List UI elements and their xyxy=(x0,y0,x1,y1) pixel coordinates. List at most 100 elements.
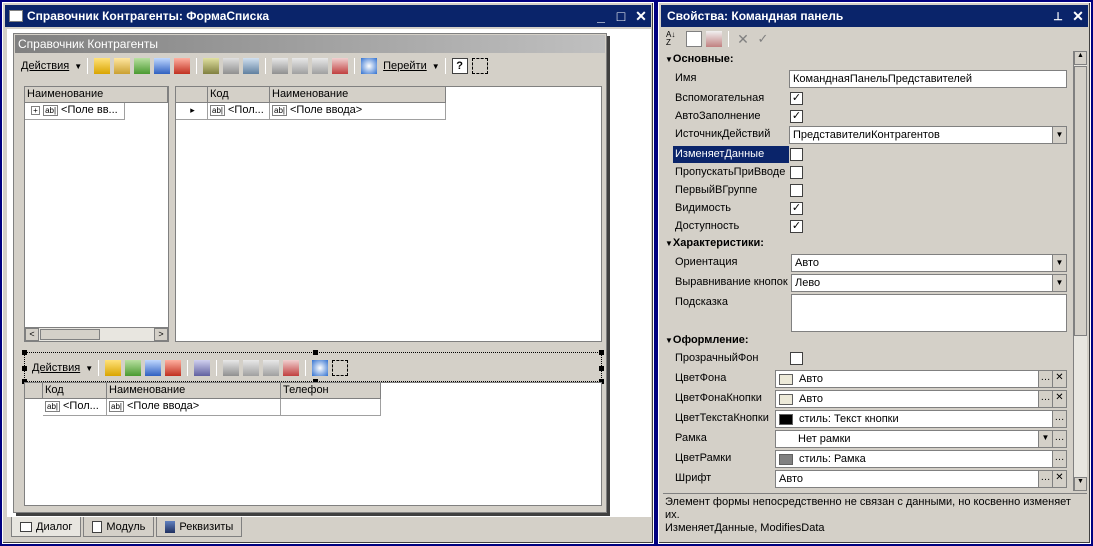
horizontal-scrollbar[interactable]: < > xyxy=(25,327,168,341)
actions-menu-secondary[interactable]: Действия xyxy=(32,362,80,374)
refresh-icon[interactable] xyxy=(361,58,378,74)
skip-checkbox[interactable] xyxy=(790,166,803,179)
bg-color-field[interactable]: Авто … ✕ xyxy=(775,370,1067,388)
move-to-group-icon[interactable] xyxy=(203,58,220,74)
filter-icon[interactable] xyxy=(223,360,240,376)
hierarchy-icon[interactable] xyxy=(223,58,240,74)
vertical-scrollbar[interactable]: ▲ ▼ xyxy=(1073,51,1087,491)
filter-value-icon[interactable] xyxy=(243,360,260,376)
clear-icon[interactable]: ✕ xyxy=(735,31,751,47)
tab-module[interactable]: Модуль xyxy=(83,517,155,537)
ellipsis-button[interactable]: … xyxy=(1038,471,1052,487)
scroll-up-icon[interactable]: ▲ xyxy=(1074,51,1087,65)
maximize-button[interactable]: □ xyxy=(611,7,631,25)
visible-checkbox[interactable]: ✓ xyxy=(790,202,803,215)
selection-frame-icon[interactable] xyxy=(471,58,488,74)
ellipsis-button[interactable]: … xyxy=(1052,431,1066,447)
add-icon[interactable] xyxy=(94,58,111,74)
resize-handle[interactable] xyxy=(599,366,604,371)
clear-filter-icon[interactable] xyxy=(332,58,349,74)
help-icon[interactable]: ? xyxy=(451,58,468,74)
group-characteristics[interactable]: ▼Характеристики: xyxy=(665,237,764,249)
name-column-header[interactable]: Наименование xyxy=(270,87,446,103)
scroll-right-icon[interactable]: > xyxy=(154,328,168,341)
apply-icon[interactable]: ✓ xyxy=(755,31,771,47)
chevron-down-icon[interactable]: ▼ xyxy=(1052,275,1066,291)
pin-icon[interactable]: ⊥ xyxy=(1048,7,1068,25)
delete-mark-icon[interactable] xyxy=(174,58,191,74)
scroll-left-icon[interactable]: < xyxy=(25,328,39,341)
changes-checkbox[interactable] xyxy=(790,148,803,161)
code-cell[interactable]: ab| <Пол... xyxy=(43,399,107,416)
btnbg-color-field[interactable]: Авто … ✕ xyxy=(775,390,1067,408)
chevron-down-icon[interactable]: ▼ xyxy=(1038,431,1052,447)
prop-name-input[interactable]: КоманднаяПанельПредставителей xyxy=(789,70,1067,88)
edit-icon[interactable] xyxy=(145,360,162,376)
clear-icon[interactable]: ✕ xyxy=(1052,371,1066,387)
collapse-icon[interactable]: ▼ xyxy=(665,239,673,248)
collapse-icon[interactable]: ▼ xyxy=(665,55,673,64)
form-designer-titlebar[interactable]: Справочник Контрагенты: ФормаСписка _ □ … xyxy=(5,5,651,27)
copy-icon[interactable] xyxy=(134,58,151,74)
chevron-down-icon[interactable]: ▼ xyxy=(1052,255,1066,271)
name-column-header[interactable]: Наименование xyxy=(107,383,281,399)
btntext-color-field[interactable]: стиль: Текст кнопки… xyxy=(775,410,1067,428)
access-checkbox[interactable]: ✓ xyxy=(790,220,803,233)
name-cell[interactable]: ab| <Поле ввода> xyxy=(107,399,281,416)
chevron-down-icon[interactable]: ▼ xyxy=(1052,127,1066,143)
filter-history-icon[interactable] xyxy=(312,58,329,74)
filter-props-icon[interactable] xyxy=(706,31,722,47)
representatives-grid[interactable]: Код Наименование Телефон ab| <Пол... ab| <… xyxy=(24,382,602,506)
ellipsis-button[interactable]: … xyxy=(1038,371,1052,387)
first-checkbox[interactable] xyxy=(790,184,803,197)
add-folder-icon[interactable] xyxy=(114,58,131,74)
resize-handle[interactable] xyxy=(22,366,27,371)
edit-icon[interactable] xyxy=(154,58,171,74)
filter-icon[interactable] xyxy=(272,58,289,74)
tab-dialog[interactable]: Диалог xyxy=(11,517,82,537)
clear-icon[interactable]: ✕ xyxy=(1052,471,1066,487)
name-cell[interactable]: ab| <Поле ввода> xyxy=(270,103,446,120)
filter-value-icon[interactable] xyxy=(292,58,309,74)
categories-icon[interactable] xyxy=(686,31,702,47)
source-select[interactable]: ПредставителиКонтрагентов ▼ xyxy=(789,126,1067,144)
font-field[interactable]: Авто … ✕ xyxy=(775,470,1067,488)
selected-command-panel[interactable]: Действия ▼ xyxy=(22,350,604,384)
phone-column-header[interactable]: Телефон xyxy=(281,383,381,399)
goto-menu[interactable]: Перейти xyxy=(383,60,427,72)
copy-icon[interactable] xyxy=(125,360,142,376)
level-up-icon[interactable] xyxy=(243,58,260,74)
group-appearance[interactable]: ▼Оформление: xyxy=(665,334,749,346)
collapse-icon[interactable]: ▼ xyxy=(665,336,673,345)
close-button[interactable]: ✕ xyxy=(1068,7,1088,25)
ellipsis-button[interactable]: … xyxy=(1038,391,1052,407)
align-select[interactable]: Лево ▼ xyxy=(791,274,1067,292)
code-column-header[interactable]: Код xyxy=(208,87,270,103)
autofill-checkbox[interactable]: ✓ xyxy=(790,110,803,123)
clear-icon[interactable]: ✕ xyxy=(1052,391,1066,407)
hint-textarea[interactable] xyxy=(791,294,1067,332)
phone-cell[interactable] xyxy=(281,399,381,416)
code-cell[interactable]: ab| <Пол... xyxy=(208,103,270,120)
tree-grid[interactable]: Наименование + ab| <Поле вв... < > xyxy=(24,86,169,342)
expand-icon[interactable]: + xyxy=(31,106,40,115)
transp-checkbox[interactable] xyxy=(790,352,803,365)
frame-select[interactable]: Нет рамки ▼… xyxy=(775,430,1067,448)
code-column-header[interactable]: Код xyxy=(43,383,107,399)
main-list-grid[interactable]: Код Наименование ▸ ab| <Пол... ab| <Поле в… xyxy=(175,86,602,342)
end-edit-icon[interactable] xyxy=(194,360,211,376)
tree-column-header[interactable]: Наименование xyxy=(25,87,168,103)
scroll-thumb[interactable] xyxy=(40,329,100,340)
framecolor-field[interactable]: стиль: Рамка… xyxy=(775,450,1067,468)
scroll-thumb[interactable] xyxy=(1074,66,1087,336)
selection-frame-icon[interactable] xyxy=(332,360,349,376)
refresh-icon[interactable] xyxy=(312,360,329,376)
ellipsis-button[interactable]: … xyxy=(1052,411,1066,427)
filter-history-icon[interactable] xyxy=(263,360,280,376)
orient-select[interactable]: Авто ▼ xyxy=(791,254,1067,272)
aux-checkbox[interactable]: ✓ xyxy=(790,92,803,105)
tree-row[interactable]: + ab| <Поле вв... xyxy=(25,103,125,120)
resize-handle[interactable] xyxy=(313,350,318,355)
group-basic[interactable]: ▼Основные: xyxy=(665,53,734,65)
sort-alpha-icon[interactable]: A↓ Z xyxy=(666,31,682,47)
